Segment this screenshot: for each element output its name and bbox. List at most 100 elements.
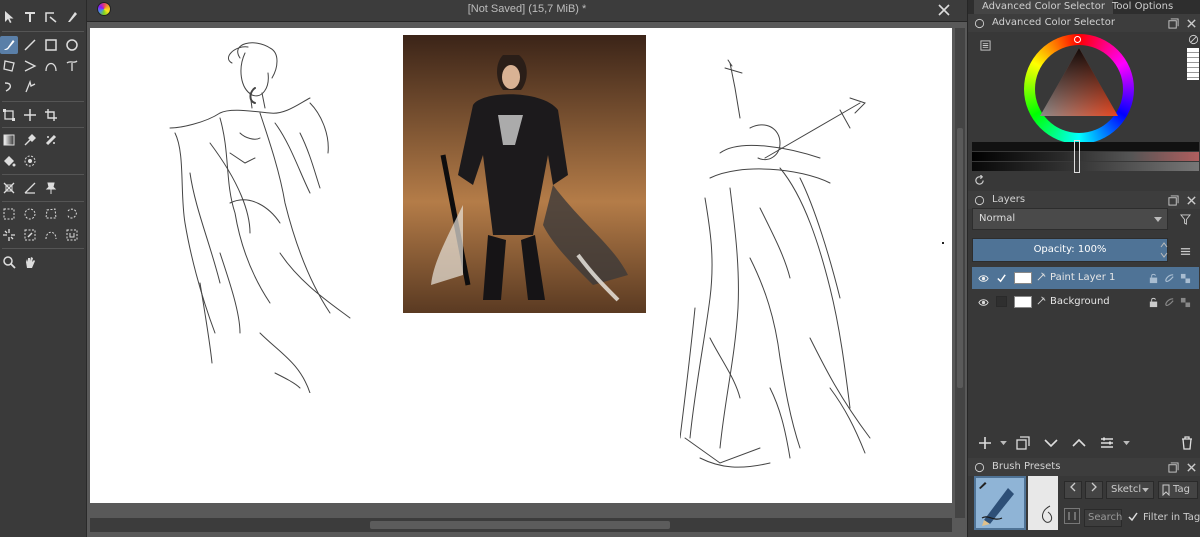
add-layer-icon[interactable] <box>976 434 994 452</box>
move-tool-icon[interactable] <box>21 106 39 124</box>
alpha-lock-icon[interactable] <box>1162 271 1176 285</box>
saturation-value-triangle[interactable] <box>1038 46 1120 118</box>
tab-advanced-color-selector[interactable]: Advanced Color Selector <box>974 0 1113 14</box>
layers-close-docker-icon[interactable] <box>1184 193 1198 207</box>
previous-tag-button[interactable] <box>1064 481 1082 499</box>
dynamic-brush-tool-icon[interactable] <box>0 78 18 96</box>
bezier-select-tool-icon[interactable] <box>42 226 60 244</box>
shade-row-3[interactable] <box>972 162 1199 171</box>
rectangle-tool-icon[interactable] <box>42 36 60 54</box>
shade-row-1[interactable] <box>972 142 1199 151</box>
alpha-inherit-icon[interactable] <box>1178 271 1192 285</box>
rect-select-tool-icon[interactable] <box>0 205 18 223</box>
close-document-icon[interactable] <box>935 1 953 19</box>
document-tab-bar: [Not Saved] (15,7 MiB) * <box>87 0 967 22</box>
pan-tool-icon[interactable] <box>21 253 39 271</box>
canvas-paper[interactable] <box>90 28 952 503</box>
transform-tool-icon[interactable] <box>0 106 18 124</box>
smart-patch-tool-icon[interactable] <box>42 131 60 149</box>
layers-float-docker-icon[interactable] <box>1166 193 1180 207</box>
layer-checkbox[interactable] <box>996 296 1007 307</box>
calligraphy-tool-icon[interactable] <box>63 8 81 26</box>
layers-lock-docker-icon[interactable] <box>972 193 986 207</box>
layer-filter-icon[interactable] <box>1178 212 1192 226</box>
vertical-scrollbar[interactable] <box>955 28 965 518</box>
layer-checkmark-icon[interactable] <box>994 271 1008 285</box>
alpha-lock-icon[interactable] <box>1162 295 1176 309</box>
layer-lock-icon[interactable] <box>1146 271 1160 285</box>
move-layer-up-icon[interactable] <box>1070 434 1088 452</box>
delete-layer-trash-icon[interactable] <box>1178 434 1196 452</box>
freehand-brush-tool-icon[interactable] <box>0 36 18 54</box>
tag-menu-button[interactable]: Tag <box>1158 481 1198 499</box>
layer-menu-icon[interactable] <box>1178 244 1192 258</box>
horizontal-scrollbar-thumb[interactable] <box>370 521 670 529</box>
hue-wheel[interactable] <box>1024 34 1134 144</box>
duplicate-layer-icon[interactable] <box>1014 434 1032 452</box>
brush-presets-float-docker-icon[interactable] <box>1166 460 1180 474</box>
freehand-path-tool-icon[interactable] <box>63 57 81 75</box>
brush-preset-ink[interactable] <box>1028 476 1058 530</box>
brush-preset-pencil[interactable] <box>974 476 1026 530</box>
tab-tool-options[interactable]: Tool Options <box>1104 0 1181 14</box>
refresh-colors-icon[interactable] <box>972 173 986 187</box>
color-pin-icon[interactable] <box>1186 32 1200 46</box>
polygon-select-tool-icon[interactable] <box>42 205 60 223</box>
shade-row-2[interactable] <box>972 152 1199 161</box>
brush-presets-lock-docker-icon[interactable] <box>972 460 986 474</box>
multibrush-tool-icon[interactable] <box>21 78 39 96</box>
opacity-slider[interactable]: Opacity: 100% <box>972 238 1168 262</box>
layer-visibility-eye-icon[interactable] <box>976 271 990 285</box>
polygon-tool-icon[interactable] <box>0 57 18 75</box>
magnetic-select-tool-icon[interactable] <box>63 226 81 244</box>
zoom-tool-icon[interactable] <box>0 253 18 271</box>
float-docker-icon[interactable] <box>1166 16 1180 30</box>
layer-row-background[interactable]: Background <box>972 291 1199 313</box>
gradient-tool-icon[interactable] <box>0 131 18 149</box>
alpha-inherit-icon[interactable] <box>1178 295 1192 309</box>
move-layer-down-icon[interactable] <box>1042 434 1060 452</box>
layers-title: Layers <box>992 194 1026 205</box>
layer-visibility-eye-icon[interactable] <box>976 295 990 309</box>
crop-tool-icon[interactable] <box>42 106 60 124</box>
layer-properties-icon[interactable] <box>1098 434 1116 452</box>
reference-images-tool-icon[interactable] <box>42 179 60 197</box>
lock-docker-icon[interactable] <box>972 16 986 30</box>
edit-shapes-tool-icon[interactable] <box>42 8 60 26</box>
enclose-fill-tool-icon[interactable] <box>21 152 39 170</box>
shade-marker <box>1074 140 1080 173</box>
polyline-tool-icon[interactable] <box>21 57 39 75</box>
add-layer-dropdown-icon[interactable] <box>996 436 1010 450</box>
close-docker-icon[interactable] <box>1184 16 1198 30</box>
fill-tool-icon[interactable] <box>0 152 18 170</box>
select-shapes-tool-icon[interactable] <box>0 8 18 26</box>
color-picker-tool-icon[interactable] <box>21 131 39 149</box>
document-title: [Not Saved] (15,7 MiB) * <box>467 3 587 15</box>
layer-properties-dropdown-icon[interactable] <box>1119 436 1133 450</box>
freehand-select-tool-icon[interactable] <box>63 205 81 223</box>
line-tool-icon[interactable] <box>21 36 39 54</box>
brush-presets-close-docker-icon[interactable] <box>1184 460 1198 474</box>
bezier-tool-icon[interactable] <box>42 57 60 75</box>
storage-icon[interactable] <box>1064 508 1080 524</box>
text-tool-icon[interactable] <box>21 8 39 26</box>
layer-row-paint-layer-1[interactable]: Paint Layer 1 <box>972 267 1199 289</box>
ellipse-tool-icon[interactable] <box>63 36 81 54</box>
filter-in-tag-checkbox[interactable] <box>1128 512 1138 522</box>
edit-brush-icon[interactable] <box>978 479 988 489</box>
layer-lock-icon[interactable] <box>1146 295 1160 309</box>
measure-tool-icon[interactable] <box>21 179 39 197</box>
ellipse-select-tool-icon[interactable] <box>21 205 39 223</box>
tag-select[interactable]: Sketcl <box>1106 481 1154 499</box>
reference-image <box>403 35 646 313</box>
color-selector-settings-icon[interactable] <box>978 38 992 52</box>
opacity-spin-arrows[interactable] <box>1160 239 1168 261</box>
assistant-tool-icon[interactable] <box>0 179 18 197</box>
brush-search-input[interactable]: Search <box>1084 509 1122 527</box>
contiguous-select-tool-icon[interactable] <box>0 226 18 244</box>
similar-select-tool-icon[interactable] <box>21 226 39 244</box>
blend-mode-select[interactable]: Normal <box>972 208 1168 230</box>
next-tag-button[interactable] <box>1085 481 1103 499</box>
horizontal-scrollbar[interactable] <box>90 518 952 532</box>
vertical-scrollbar-thumb[interactable] <box>957 128 963 388</box>
